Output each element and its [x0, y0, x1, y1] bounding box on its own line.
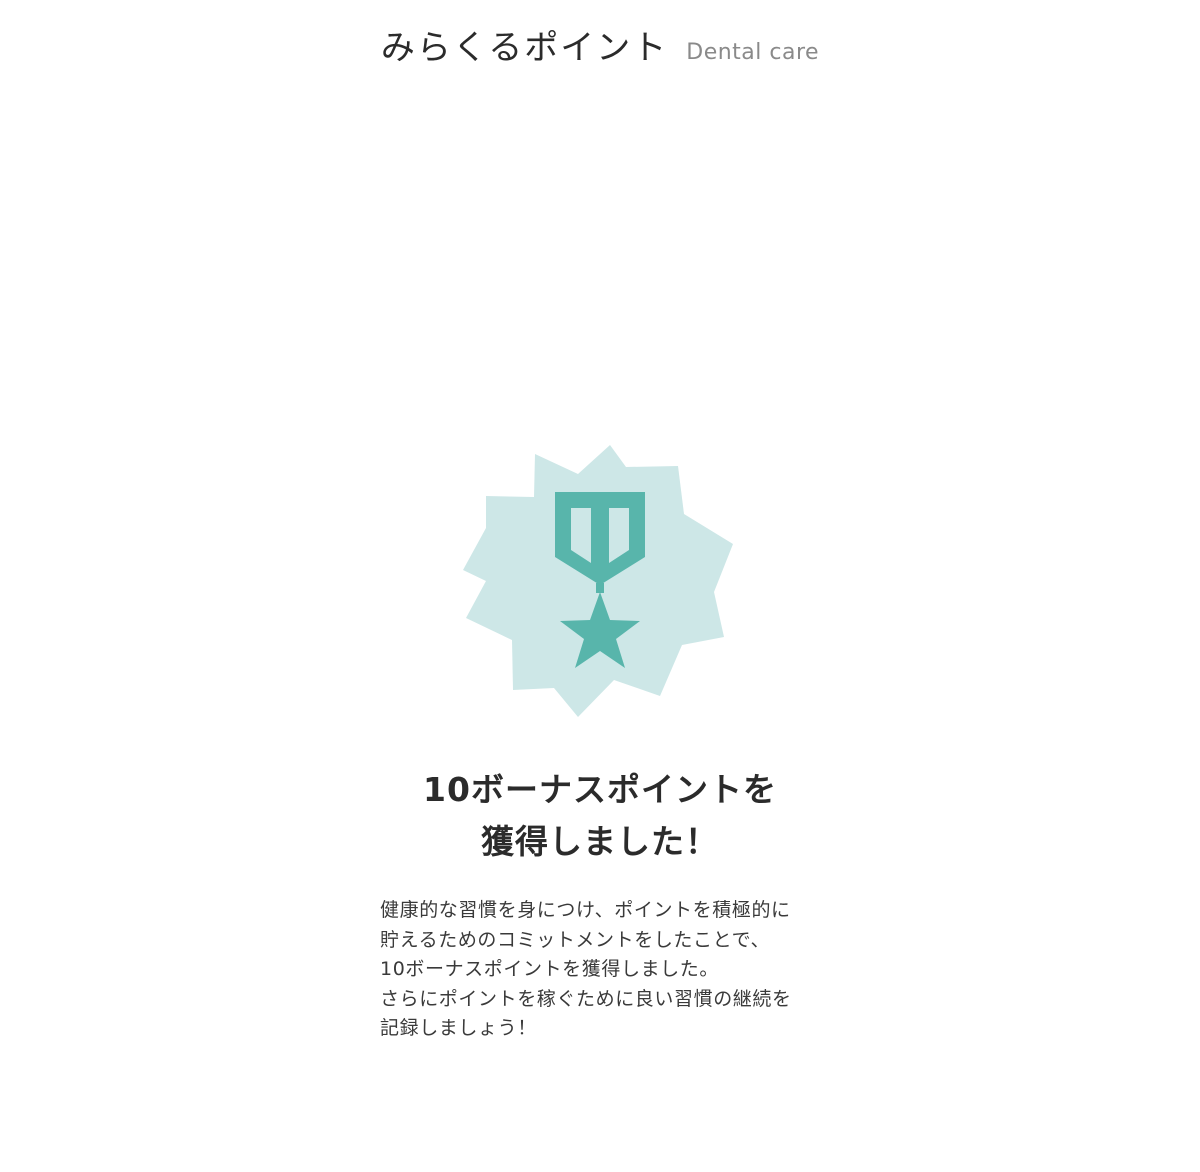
headline-line-1: 10ボーナスポイントを [423, 770, 777, 809]
app-subtitle: Dental care [686, 40, 820, 65]
bonus-badge [460, 440, 740, 720]
message-line: 貯えるためのコミットメントをしたことで、 [380, 928, 771, 951]
bonus-message: 健康的な習慣を身につけ、ポイントを積極的に 貯えるためのコミットメントをしたこと… [380, 896, 840, 1044]
app-title: みらくるポイント [380, 28, 669, 68]
message-line: 10ボーナスポイントを獲得しました。 [380, 958, 719, 981]
message-line: 健康的な習慣を身につけ、ポイントを積極的に [380, 899, 791, 921]
bonus-headline: 10ボーナスポイントを 獲得しました！ [0, 764, 1200, 868]
medal-connector [596, 583, 604, 593]
medal-icon [463, 445, 733, 717]
message-line: 記録しましょう！ [380, 1017, 537, 1040]
app-header: みらくるポイント Dental care [0, 20, 1200, 76]
headline-line-2: 獲得しました！ [481, 822, 719, 861]
message-line: さらにポイントを稼ぐために良い習慣の継続を [380, 987, 792, 1010]
